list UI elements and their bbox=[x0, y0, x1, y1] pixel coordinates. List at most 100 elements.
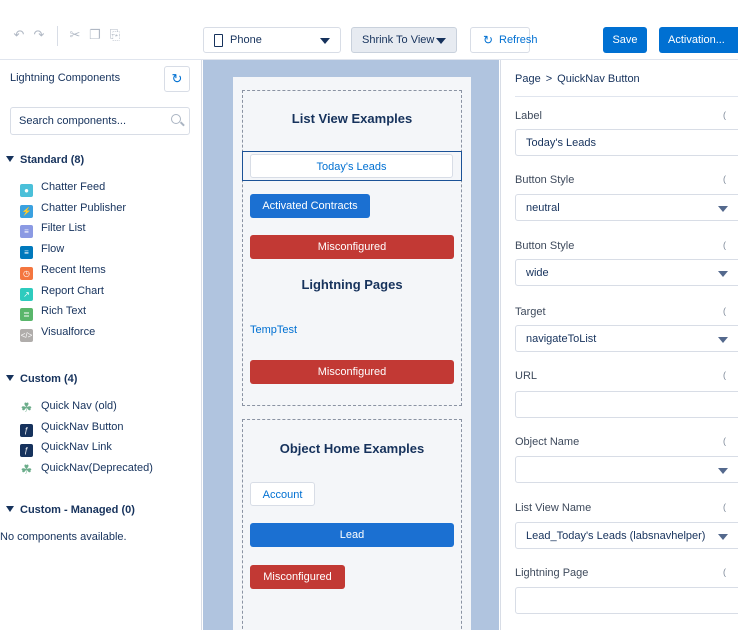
chevron-down-icon bbox=[718, 337, 728, 343]
component-item[interactable]: ƒ QuickNav Link bbox=[20, 441, 112, 458]
component-search[interactable] bbox=[10, 107, 190, 135]
breadcrumb-page-link[interactable]: Page bbox=[515, 73, 541, 85]
report-chart-icon: ↗ bbox=[20, 287, 33, 301]
component-region-1[interactable]: List View Examples Today's Leads Activat… bbox=[242, 90, 462, 406]
lightning-page-select[interactable] bbox=[515, 587, 738, 614]
todays-leads-button[interactable]: Today's Leads bbox=[250, 154, 453, 178]
lightning-page-field-label: Lightning Page bbox=[515, 567, 589, 579]
chevron-down-icon bbox=[718, 534, 728, 540]
button-style-select[interactable]: neutral bbox=[515, 194, 738, 221]
activation-button[interactable]: Activation... bbox=[659, 27, 738, 53]
phone-preview: List View Examples Today's Leads Activat… bbox=[233, 77, 471, 630]
misconfigured-button[interactable]: Misconfigured bbox=[250, 565, 345, 589]
component-item-label: Report Chart bbox=[41, 284, 104, 297]
refresh-button[interactable]: ↻ Refresh bbox=[470, 27, 538, 53]
refresh-button-label: Refresh bbox=[499, 34, 538, 46]
component-item[interactable]: ≡ Flow bbox=[20, 243, 64, 260]
info-icon[interactable]: ( bbox=[723, 502, 726, 512]
toolbar-divider bbox=[57, 26, 58, 46]
save-button[interactable]: Save bbox=[603, 27, 647, 53]
object-name-select[interactable] bbox=[515, 456, 738, 483]
component-search-input[interactable] bbox=[19, 113, 159, 129]
component-item-label: Chatter Publisher bbox=[41, 201, 126, 214]
cut-icon[interactable]: ✂ bbox=[68, 28, 82, 42]
misconfigured-button[interactable]: Misconfigured bbox=[250, 235, 454, 259]
button-style-value: neutral bbox=[526, 202, 560, 214]
component-item-label: QuickNav(Deprecated) bbox=[41, 462, 153, 475]
section-custom[interactable]: Custom (4) bbox=[6, 373, 77, 385]
component-item-label: Visualforce bbox=[41, 325, 96, 338]
info-icon[interactable]: ( bbox=[723, 110, 726, 120]
info-icon[interactable]: ( bbox=[723, 240, 726, 250]
puzzle-icon: ☘ bbox=[20, 462, 33, 478]
button-style-width-field-label: Button Style bbox=[515, 240, 575, 252]
button-width-select[interactable]: wide bbox=[515, 259, 738, 286]
target-value: navigateToList bbox=[526, 333, 597, 345]
redo-icon[interactable]: ↷ bbox=[32, 28, 46, 42]
component-item[interactable]: ⚡ Chatter Publisher bbox=[20, 202, 126, 218]
breadcrumb: Page > QuickNav Button bbox=[515, 73, 640, 85]
component-region-2[interactable]: Object Home Examples Account Lead Miscon… bbox=[242, 419, 462, 630]
lightning-bolt-icon: ƒ bbox=[20, 423, 33, 437]
section-custom-managed[interactable]: Custom - Managed (0) bbox=[6, 504, 135, 516]
section-standard[interactable]: Standard (8) bbox=[6, 154, 84, 166]
info-icon[interactable]: ( bbox=[723, 370, 726, 380]
properties-panel: Page > QuickNav Button Label ( Today's Lea… bbox=[500, 60, 738, 630]
puzzle-icon: ☘ bbox=[20, 400, 33, 415]
chevron-down-icon bbox=[320, 38, 330, 44]
info-icon[interactable]: ( bbox=[723, 567, 726, 577]
view-mode-value: Shrink To View bbox=[362, 34, 435, 46]
button-width-value: wide bbox=[526, 267, 549, 279]
component-item[interactable]: ☘ Quick Nav (old) bbox=[20, 400, 117, 416]
chatter-publisher-icon: ⚡ bbox=[20, 204, 33, 218]
palette-title: Lightning Components bbox=[10, 72, 121, 84]
misconfigured-button[interactable]: Misconfigured bbox=[250, 360, 454, 384]
temptest-link[interactable]: TempTest bbox=[250, 324, 297, 336]
component-item-label: Filter List bbox=[41, 222, 86, 235]
component-item-label: Rich Text bbox=[41, 305, 87, 318]
component-item[interactable]: ↗ Report Chart bbox=[20, 285, 104, 301]
search-icon bbox=[171, 114, 181, 124]
filter-list-icon: ≡ bbox=[20, 225, 33, 239]
component-item[interactable]: </> Visualforce bbox=[20, 326, 95, 342]
lightning-bolt-icon: ƒ bbox=[20, 444, 33, 458]
component-item[interactable]: ƒ QuickNav Button bbox=[20, 421, 124, 437]
info-icon[interactable]: ( bbox=[723, 306, 726, 316]
component-item[interactable]: ☘ QuickNav(Deprecated) bbox=[20, 462, 153, 478]
chatter-feed-icon: ● bbox=[20, 184, 33, 197]
list-view-name-field-label: List View Name bbox=[515, 502, 592, 514]
url-input[interactable] bbox=[515, 391, 738, 418]
chevron-down-icon bbox=[436, 38, 446, 44]
info-icon[interactable]: ( bbox=[723, 436, 726, 446]
component-item-label: QuickNav Link bbox=[41, 441, 112, 454]
chevron-down-icon bbox=[6, 156, 14, 162]
chevron-down-icon bbox=[718, 271, 728, 277]
chevron-down-icon bbox=[6, 506, 14, 512]
label-field-label: Label bbox=[515, 110, 542, 122]
paste-icon[interactable]: ⎘ bbox=[108, 28, 122, 42]
component-item[interactable]: ≣ Rich Text bbox=[20, 305, 87, 322]
rich-text-icon: ≣ bbox=[20, 308, 33, 322]
visualforce-icon: </> bbox=[20, 328, 33, 342]
component-item[interactable]: ● Chatter Feed bbox=[20, 181, 105, 197]
activated-contracts-button[interactable]: Activated Contracts bbox=[250, 194, 370, 218]
component-item[interactable]: ◷ Recent Items bbox=[20, 264, 106, 280]
info-icon[interactable]: ( bbox=[723, 174, 726, 184]
component-item-label: Recent Items bbox=[41, 263, 106, 276]
list-view-name-select[interactable]: Lead_Today's Leads (labsnavhelper) bbox=[515, 522, 738, 549]
palette-refresh-button[interactable]: ↻ bbox=[164, 66, 190, 92]
account-button[interactable]: Account bbox=[250, 482, 315, 506]
undo-icon[interactable]: ↶ bbox=[12, 28, 26, 42]
device-select[interactable]: Phone bbox=[203, 27, 341, 53]
phone-icon bbox=[214, 34, 223, 47]
component-item-label: Quick Nav (old) bbox=[41, 400, 117, 412]
component-item-label: QuickNav Button bbox=[41, 420, 124, 433]
target-select[interactable]: navigateToList bbox=[515, 325, 738, 352]
label-input[interactable]: Today's Leads bbox=[515, 129, 738, 156]
components-palette: Lightning Components ↻ Standard (8) ● Cha… bbox=[0, 60, 202, 630]
lead-button[interactable]: Lead bbox=[250, 523, 454, 547]
component-item[interactable]: ≡ Filter List bbox=[20, 222, 86, 239]
view-mode-select[interactable]: Shrink To View bbox=[351, 27, 457, 53]
section-title: List View Examples bbox=[291, 111, 413, 126]
copy-icon[interactable]: ❐ bbox=[88, 28, 102, 42]
